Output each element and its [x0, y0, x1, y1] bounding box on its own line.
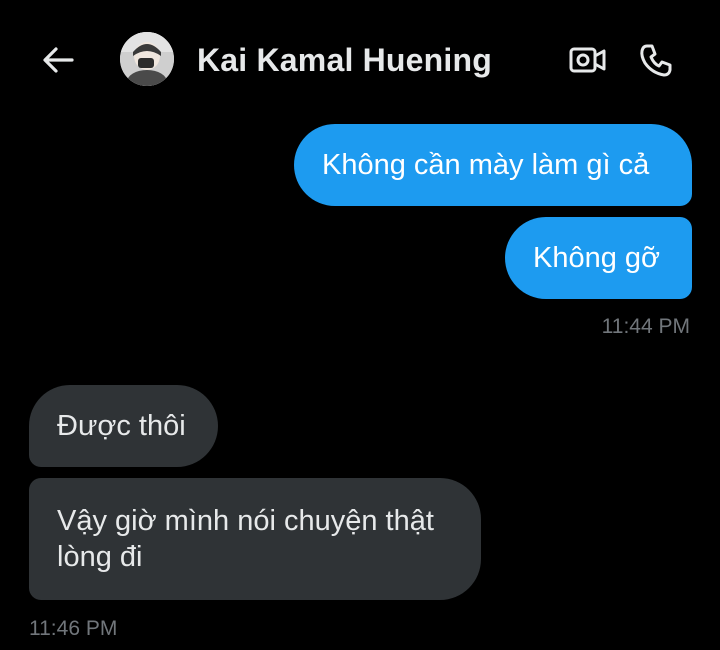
message-timestamp: 11:46 PM: [29, 617, 118, 640]
message-bubble-outgoing[interactable]: Không gỡ: [505, 217, 692, 299]
message-bubble-incoming[interactable]: Vậy giờ mình nói chuyện thật lòng đi: [29, 478, 481, 600]
message-bubble-incoming[interactable]: Được thôi: [29, 385, 218, 467]
back-button[interactable]: [38, 40, 78, 80]
video-call-button[interactable]: [566, 38, 610, 82]
conversation-header: Kai Kamal Huening: [0, 0, 720, 120]
phone-icon: [640, 44, 672, 77]
message-bubble-outgoing[interactable]: Không cần mày làm gì cả: [294, 124, 692, 206]
avatar[interactable]: [120, 32, 174, 86]
message-timestamp: 11:44 PM: [601, 315, 690, 338]
arrow-left-icon: [43, 47, 74, 73]
voice-call-button[interactable]: [634, 38, 678, 82]
contact-name[interactable]: Kai Kamal Huening: [197, 40, 492, 80]
profile-photo: [120, 32, 174, 86]
video-camera-icon: [569, 47, 606, 73]
